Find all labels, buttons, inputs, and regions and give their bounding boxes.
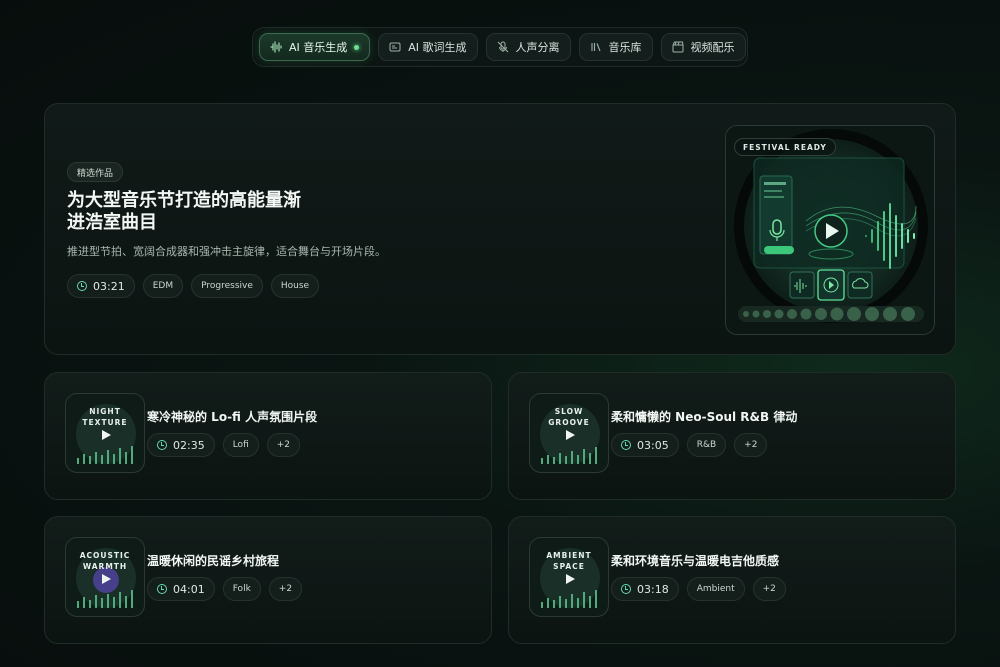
track-tags: 04:01 Folk +2 xyxy=(147,577,303,601)
tag-chip[interactable]: Lofi xyxy=(222,433,259,457)
mic-off-icon xyxy=(497,41,509,53)
thumbnail-label: NIGHT TEXTURE xyxy=(66,406,144,428)
more-tags-chip[interactable]: +2 xyxy=(266,433,301,457)
tab-music-library[interactable]: 音乐库 xyxy=(578,33,653,61)
featured-badge: 精选作品 xyxy=(67,162,124,182)
duration-value: 04:01 xyxy=(173,582,205,596)
tab-vocal-separation[interactable]: 人声分离 xyxy=(485,33,571,61)
thumbnail-label-line: SLOW xyxy=(554,407,584,416)
play-icon xyxy=(102,430,111,440)
clock-icon xyxy=(621,440,631,450)
tab-label: 人声分离 xyxy=(515,41,560,54)
duration-value: 03:18 xyxy=(637,582,669,596)
duration-chip: 04:01 xyxy=(147,577,215,601)
tab-ai-lyrics[interactable]: AI 歌词生成 xyxy=(378,33,478,61)
track-tags: 03:05 R&B +2 xyxy=(611,433,768,457)
tab-video-scoring[interactable]: 视频配乐 xyxy=(660,33,746,61)
tab-label: AI 音乐生成 xyxy=(289,41,348,54)
thumbnail-label-line: NIGHT xyxy=(89,407,121,416)
tag-chip[interactable]: Folk xyxy=(222,577,261,601)
featured-tags: 03:21 EDM Progressive House xyxy=(67,274,320,298)
thumbnail-label-line: GROOVE xyxy=(548,418,590,427)
play-icon xyxy=(566,430,575,440)
duration-chip: 03:05 xyxy=(611,433,679,457)
track-thumbnail[interactable]: SLOW GROOVE xyxy=(529,393,609,473)
track-card[interactable]: ACOUSTIC WARMTH 温暖休闲的民谣乡村旅程 04:01 Folk +… xyxy=(44,516,492,644)
clock-icon xyxy=(157,440,167,450)
thumbnail-label: ACOUSTIC WARMTH xyxy=(66,550,144,572)
tag-chip[interactable]: R&B xyxy=(686,433,727,457)
tag-chip[interactable]: House xyxy=(270,274,320,298)
track-tags: 02:35 Lofi +2 xyxy=(147,433,301,457)
clock-icon xyxy=(157,584,167,594)
featured-artwork[interactable]: FESTIVAL READY xyxy=(725,125,935,335)
more-tags-chip[interactable]: +2 xyxy=(734,433,768,457)
play-icon xyxy=(566,574,575,584)
thumbnail-label-line: TEXTURE xyxy=(82,418,128,427)
track-thumbnail[interactable]: AMBIENT SPACE xyxy=(529,537,609,617)
library-icon xyxy=(590,41,602,53)
track-thumbnail[interactable]: NIGHT TEXTURE xyxy=(65,393,145,473)
play-icon xyxy=(102,574,111,584)
duration-value: 03:05 xyxy=(637,438,669,452)
active-dot xyxy=(354,44,360,50)
clock-icon xyxy=(621,584,631,594)
featured-card[interactable]: 精选作品 为大型音乐节打造的高能量渐进浩室曲目 推进型节拍、宽阔合成器和强冲击主… xyxy=(44,103,956,355)
thumbnail-label-line: SPACE xyxy=(553,562,585,571)
tab-ai-music[interactable]: AI 音乐生成 xyxy=(259,33,371,61)
thumbnail-label: AMBIENT SPACE xyxy=(530,550,608,572)
featured-description: 推进型节拍、宽阔合成器和强冲击主旋律，适合舞台与开场片段。 xyxy=(67,245,386,258)
tag-chip[interactable]: Ambient xyxy=(686,577,745,601)
waveform-icon xyxy=(270,41,282,53)
artwork-label: FESTIVAL READY xyxy=(734,138,836,156)
thumbnail-label-line: AMBIENT xyxy=(546,551,592,560)
more-tags-chip[interactable]: +2 xyxy=(268,577,303,601)
clapperboard-icon xyxy=(672,41,684,53)
track-card[interactable]: NIGHT TEXTURE 寒冷神秘的 Lo-fi 人声氛围片段 02:35 L… xyxy=(44,372,492,500)
duration-chip: 03:18 xyxy=(611,577,679,601)
track-tags: 03:18 Ambient +2 xyxy=(611,577,786,601)
track-title: 寒冷神秘的 Lo-fi 人声氛围片段 xyxy=(147,410,318,424)
thumbnail-label-line: ACOUSTIC xyxy=(79,551,131,560)
duration-value: 03:21 xyxy=(93,279,125,293)
lyrics-icon xyxy=(389,41,401,53)
duration-value: 02:35 xyxy=(173,438,205,452)
track-card[interactable]: SLOW GROOVE 柔和慵懒的 Neo-Soul R&B 律动 03:05 … xyxy=(508,372,956,500)
track-card[interactable]: AMBIENT SPACE 柔和环境音乐与温暖电吉他质感 03:18 Ambie… xyxy=(508,516,956,644)
featured-title: 为大型音乐节打造的高能量渐进浩室曲目 xyxy=(67,190,301,233)
artwork-illustration xyxy=(726,126,934,334)
duration-chip: 02:35 xyxy=(147,433,215,457)
track-title: 温暖休闲的民谣乡村旅程 xyxy=(147,554,280,568)
track-thumbnail[interactable]: ACOUSTIC WARMTH xyxy=(65,537,145,617)
more-tags-chip[interactable]: +2 xyxy=(752,577,786,601)
thumbnail-label: SLOW GROOVE xyxy=(530,406,608,428)
track-title: 柔和慵懒的 Neo-Soul R&B 律动 xyxy=(611,410,798,424)
tab-label: AI 歌词生成 xyxy=(408,41,467,54)
clock-icon xyxy=(77,281,87,291)
tab-label: 视频配乐 xyxy=(690,41,735,54)
thumbnail-label-line: WARMTH xyxy=(82,562,128,571)
tab-label: 音乐库 xyxy=(608,41,642,54)
tag-chip[interactable]: EDM xyxy=(142,274,184,298)
top-nav: AI 音乐生成 AI 歌词生成 人声分离 音乐库 视频配乐 xyxy=(252,27,748,67)
tag-chip[interactable]: Progressive xyxy=(191,274,263,298)
track-title: 柔和环境音乐与温暖电吉他质感 xyxy=(611,554,780,568)
duration-chip: 03:21 xyxy=(67,274,135,298)
